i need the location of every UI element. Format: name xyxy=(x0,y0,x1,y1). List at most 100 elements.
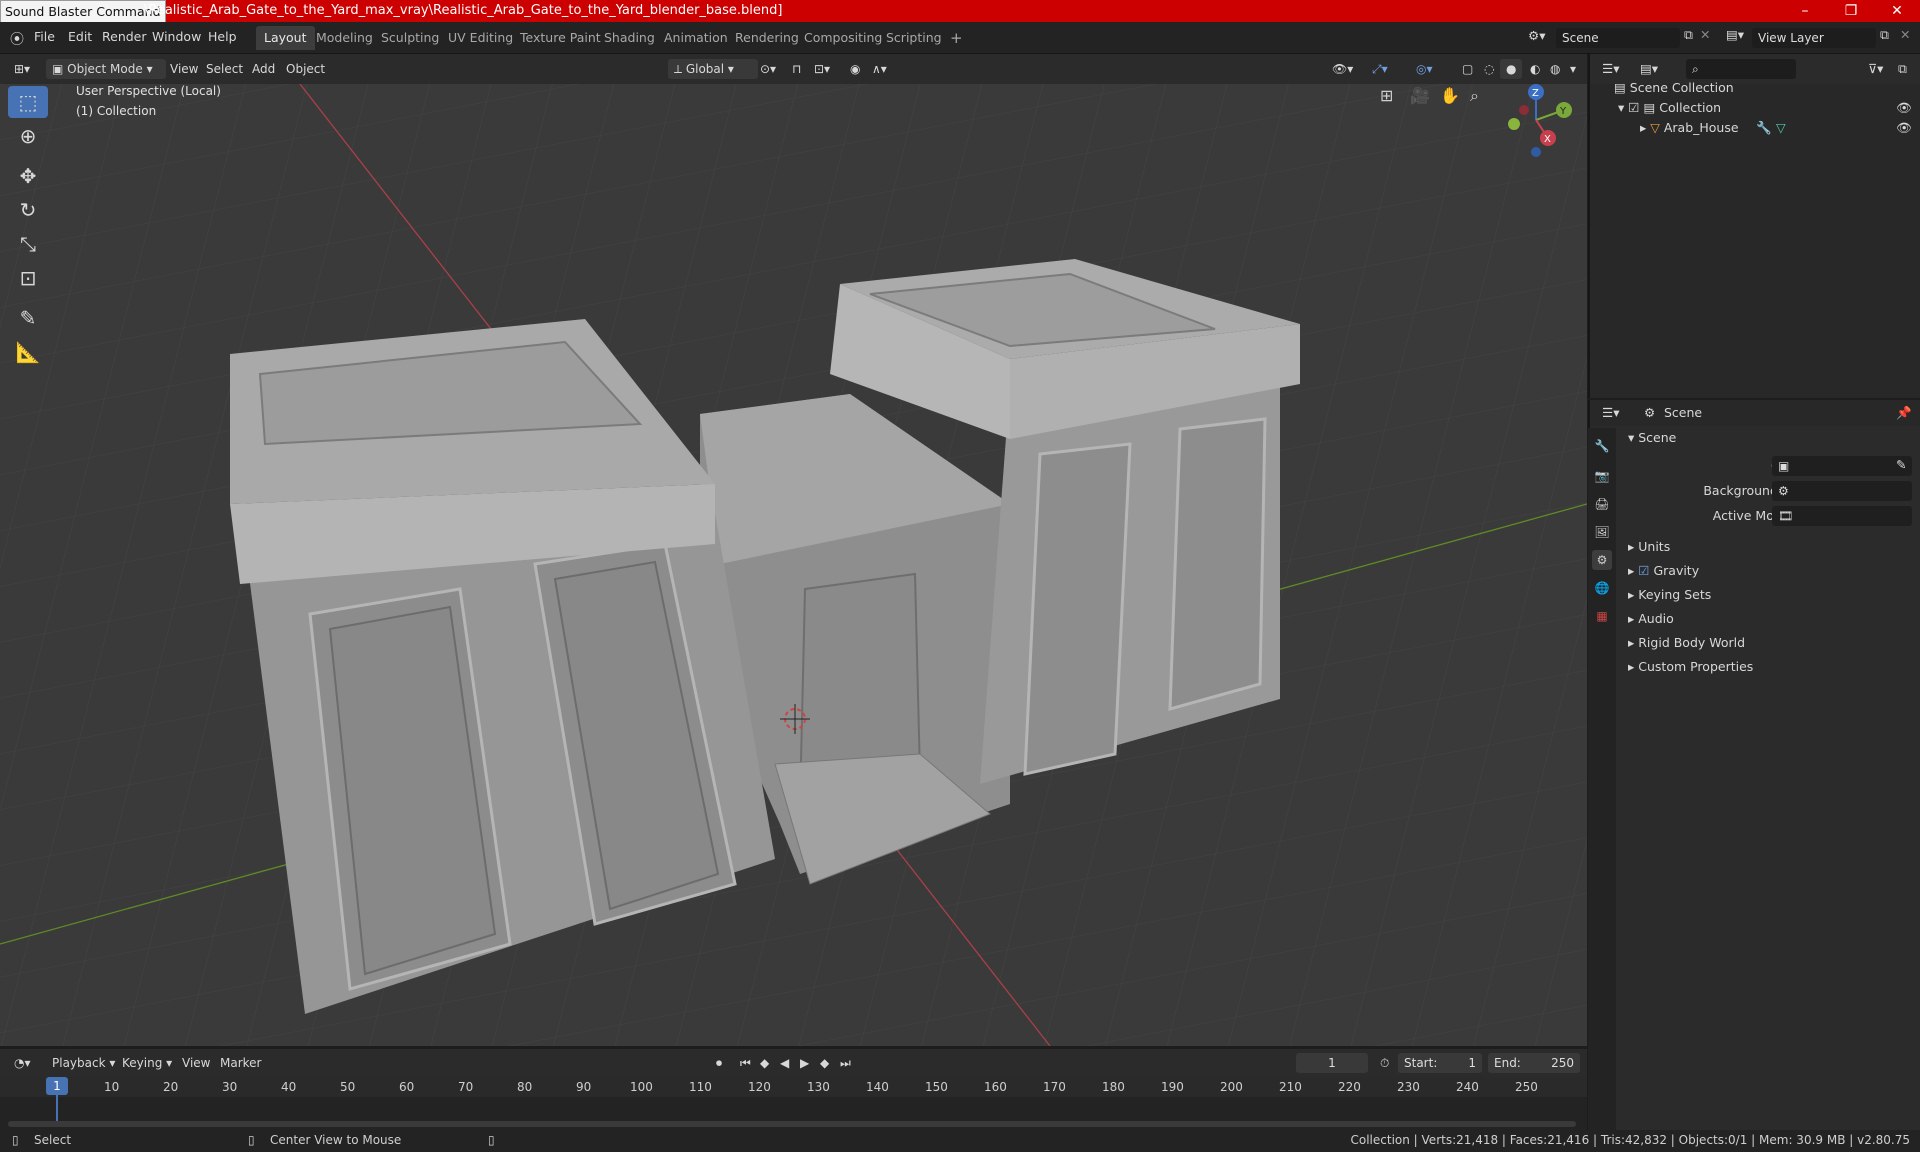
close-button[interactable]: ✕ xyxy=(1874,0,1920,22)
transform-tool-icon[interactable]: ⊡ xyxy=(8,262,48,294)
new-collection-icon[interactable]: ⧉ xyxy=(1898,61,1907,77)
use-preview-range-icon[interactable]: ⏱ xyxy=(1374,1053,1395,1073)
timeline-editor-type-icon[interactable]: ◔▾ xyxy=(8,1053,37,1073)
audio-subpanel[interactable]: ▸ Audio xyxy=(1628,611,1674,626)
pin-icon[interactable]: 📌 xyxy=(1896,405,1912,421)
menu-select[interactable]: Select xyxy=(200,59,249,79)
tab-scripting[interactable]: Scripting xyxy=(878,26,950,50)
transform-orientation-dropdown[interactable]: ⟂ Global ▾ xyxy=(668,59,758,79)
gizmo-toggle-icon[interactable]: ⤢▾ xyxy=(1366,59,1394,79)
falloff-icon[interactable]: ∧▾ xyxy=(866,59,893,79)
delete-view-layer-icon[interactable]: ✕ xyxy=(1900,27,1910,42)
solid-shading-icon[interactable]: ● xyxy=(1500,59,1523,79)
mesh-data-icon[interactable]: ▽ xyxy=(1776,120,1786,135)
menu-object[interactable]: Object xyxy=(280,59,331,79)
tab-texture-paint[interactable]: Texture Paint xyxy=(512,26,609,50)
gravity-subpanel[interactable]: ▸ ☑ Gravity xyxy=(1628,563,1699,578)
background-scene-field[interactable]: ⚙ xyxy=(1772,481,1912,501)
jump-end-icon[interactable]: ⏭ xyxy=(834,1053,857,1073)
visibility-icon[interactable]: 👁▾ xyxy=(1326,59,1359,79)
overlay-toggle-icon[interactable]: ◎▾ xyxy=(1410,59,1439,79)
tab-uv-editing[interactable]: UV Editing xyxy=(440,26,521,50)
menu-help[interactable]: Help xyxy=(208,29,237,44)
active-movie-clip-field[interactable]: 🎞 xyxy=(1772,506,1912,526)
eyedropper-icon[interactable]: ✎ xyxy=(1896,457,1906,472)
expand-arrow-icon[interactable]: ▾ xyxy=(1618,100,1628,115)
menu-render[interactable]: Render xyxy=(102,29,147,44)
display-mode-icon[interactable]: ▤▾ xyxy=(1640,61,1658,76)
snap-target-icon[interactable]: ⊡▾ xyxy=(808,59,836,79)
tab-sculpting[interactable]: Sculpting xyxy=(373,26,447,50)
outliner-search-input[interactable]: ⌕ xyxy=(1686,59,1796,79)
keying-menu[interactable]: Keying ▾ xyxy=(116,1053,178,1073)
new-view-layer-icon[interactable]: ⧉ xyxy=(1880,27,1889,43)
tab-modeling[interactable]: Modeling xyxy=(308,26,381,50)
add-workspace-button[interactable]: + xyxy=(942,26,971,50)
current-frame-field[interactable]: 1 xyxy=(1296,1053,1368,1073)
prev-keyframe-icon[interactable]: ◆ xyxy=(754,1053,775,1073)
record-icon[interactable]: ⏺ xyxy=(710,1053,728,1073)
zoom-icon[interactable]: ⌕ xyxy=(1470,86,1479,106)
outliner-editor-type-icon[interactable]: ☰▾ xyxy=(1602,61,1619,76)
camera-field[interactable]: ▣ xyxy=(1772,456,1912,476)
move-tool-icon[interactable]: ✥ xyxy=(8,160,48,192)
object-row-arab-house[interactable]: ▸ ▽ Arab_House xyxy=(1640,120,1739,135)
playhead-frame-label[interactable]: 1 xyxy=(46,1077,68,1095)
marker-menu[interactable]: Marker xyxy=(214,1053,267,1073)
object-visibility-eye-icon[interactable]: 👁 xyxy=(1896,120,1912,136)
texture-tab-icon[interactable]: ▦ xyxy=(1592,606,1612,626)
render-tab-icon[interactable]: 📷 xyxy=(1592,466,1612,486)
collection-visibility-eye-icon[interactable]: 👁 xyxy=(1896,100,1912,116)
output-tab-icon[interactable]: 🖨 xyxy=(1592,494,1612,514)
scene-selector-icon[interactable]: ⚙▾ xyxy=(1528,28,1545,43)
tab-rendering[interactable]: Rendering xyxy=(727,26,807,50)
timeline-scrollbar[interactable] xyxy=(8,1121,1576,1127)
3d-viewport[interactable]: User Perspective (Local) (1) Collection … xyxy=(0,84,1587,1046)
tab-layout[interactable]: Layout xyxy=(256,26,315,50)
gravity-checkbox[interactable]: ☑ xyxy=(1638,563,1649,578)
scene-field[interactable]: Scene xyxy=(1556,28,1680,48)
playback-menu[interactable]: Playback ▾ xyxy=(46,1053,121,1073)
blender-logo-icon[interactable]: ⦿ xyxy=(10,29,24,49)
rotate-tool-icon[interactable]: ↻ xyxy=(8,194,48,226)
collection-row[interactable]: ▾ ☑ ▤ Collection xyxy=(1618,100,1721,115)
measure-tool-icon[interactable]: 📐 xyxy=(8,336,48,368)
modifier-wrench-icon[interactable]: 🔧 xyxy=(1756,120,1772,136)
keying-sets-subpanel[interactable]: ▸ Keying Sets xyxy=(1628,587,1711,602)
world-tab-icon[interactable]: 🌐 xyxy=(1592,578,1612,598)
menu-window[interactable]: Window xyxy=(152,29,201,44)
tab-compositing[interactable]: Compositing xyxy=(796,26,890,50)
scene-collection-row[interactable]: ▤ Scene Collection xyxy=(1614,80,1734,95)
exclude-checkbox-icon[interactable]: ☑ xyxy=(1628,100,1643,115)
view-layer-icon[interactable]: ▤▾ xyxy=(1726,27,1744,42)
xray-icon[interactable]: ▢ xyxy=(1456,59,1479,79)
minimize-button[interactable]: – xyxy=(1782,0,1828,22)
scale-tool-icon[interactable]: ⤡ xyxy=(8,228,48,260)
start-frame-field[interactable]: Start: 1 xyxy=(1398,1053,1482,1073)
rigid-body-world-subpanel[interactable]: ▸ Rigid Body World xyxy=(1628,635,1745,650)
play-reverse-icon[interactable]: ◀ xyxy=(774,1053,795,1073)
delete-scene-icon[interactable]: ✕ xyxy=(1700,27,1710,42)
scene-tab-icon[interactable]: ⚙ xyxy=(1592,550,1612,570)
maximize-button[interactable]: ❐ xyxy=(1828,0,1874,22)
shading-options-icon[interactable]: ▾ xyxy=(1564,59,1582,79)
mode-dropdown[interactable]: ▣ Object Mode ▾ xyxy=(46,59,166,79)
next-keyframe-icon[interactable]: ◆ xyxy=(814,1053,835,1073)
scene-section-header[interactable]: ▾ Scene xyxy=(1628,430,1676,445)
properties-editor-type-icon[interactable]: ☰▾ xyxy=(1602,405,1619,420)
expand-arrow-icon[interactable]: ▸ xyxy=(1640,120,1650,135)
tab-animation[interactable]: Animation xyxy=(656,26,736,50)
menu-add[interactable]: Add xyxy=(246,59,281,79)
snap-icon[interactable]: ⊓ xyxy=(786,59,807,79)
grid-view-icon[interactable]: ⊞ xyxy=(1380,86,1393,105)
pivot-icon[interactable]: ⊙▾ xyxy=(754,59,782,79)
view-layer-field[interactable]: View Layer xyxy=(1752,28,1876,48)
units-subpanel[interactable]: ▸ Units xyxy=(1628,539,1670,554)
menu-file[interactable]: File xyxy=(34,29,55,44)
proportional-edit-icon[interactable]: ◉ xyxy=(844,59,866,79)
custom-properties-subpanel[interactable]: ▸ Custom Properties xyxy=(1628,659,1753,674)
new-scene-icon[interactable]: ⧉ xyxy=(1684,27,1693,43)
menu-edit[interactable]: Edit xyxy=(68,29,92,44)
menu-view[interactable]: View xyxy=(164,59,204,79)
timeline-view-menu[interactable]: View xyxy=(176,1053,216,1073)
